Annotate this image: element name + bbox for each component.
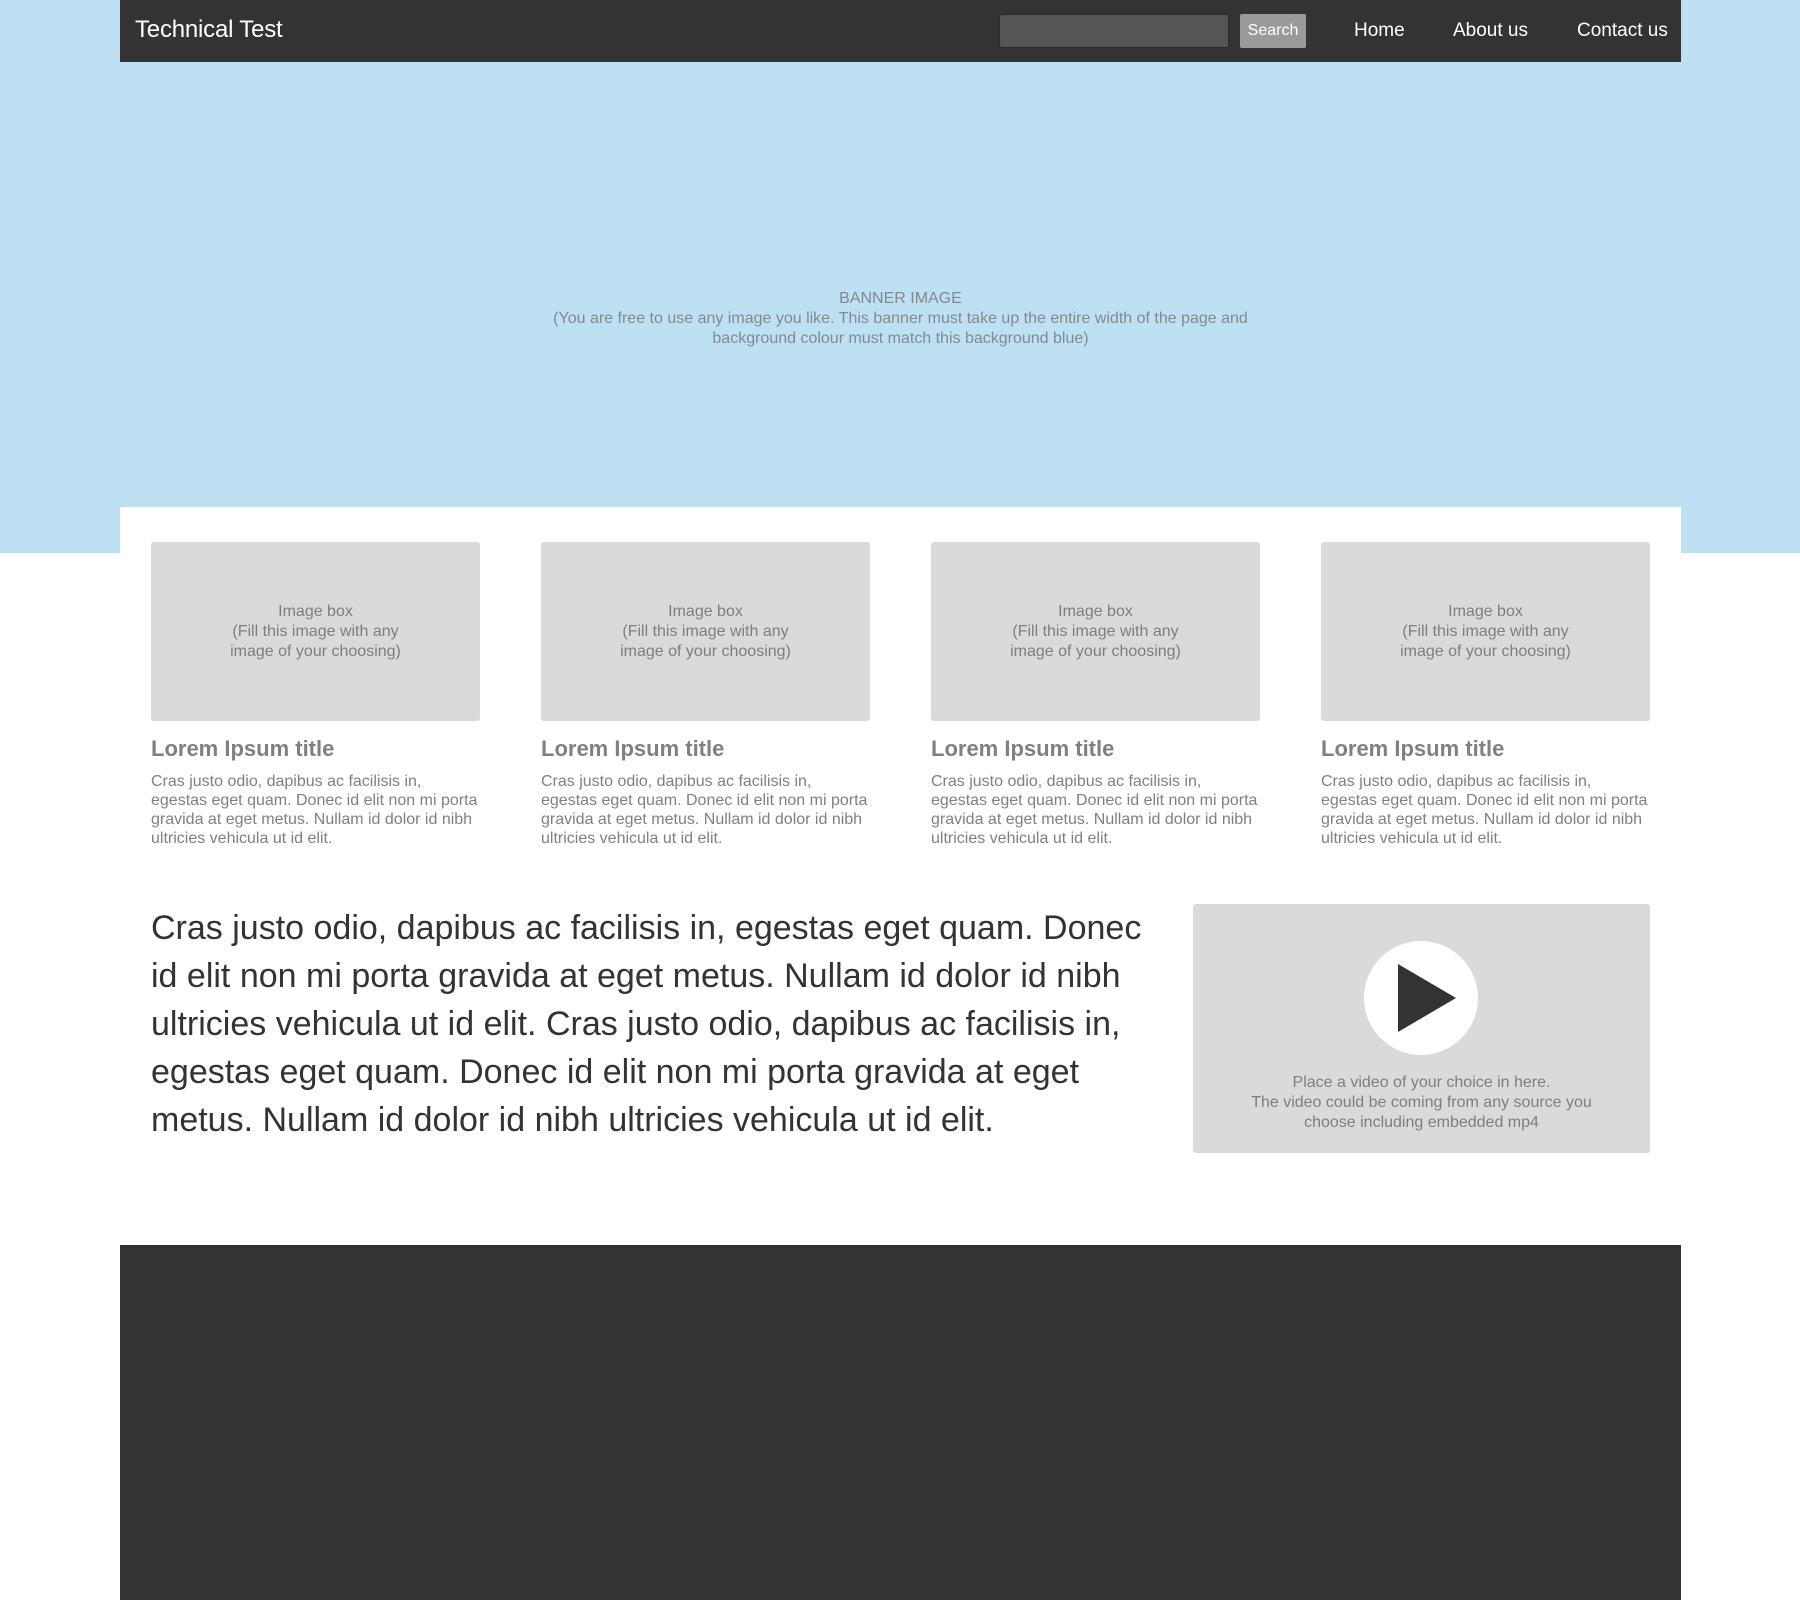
feature-card: Image box (Fill this image with any imag…	[1321, 542, 1650, 848]
card-title: Lorem Ipsum title	[541, 736, 725, 761]
site-footer	[120, 1245, 1681, 1600]
banner-description: (You are free to use any image you like.…	[553, 310, 1248, 347]
card-body: Cras justo odio, dapibus ac facilisis in…	[1321, 773, 1648, 847]
card-title: Lorem Ipsum title	[151, 736, 335, 761]
card-body: Cras justo odio, dapibus ac facilisis in…	[541, 773, 868, 847]
play-button[interactable]	[1364, 941, 1478, 1055]
banner-image-placeholder: BANNER IMAGE (You are free to use any im…	[120, 62, 1681, 507]
nav-link-home[interactable]: Home	[1354, 20, 1405, 42]
nav-link-about-us[interactable]: About us	[1453, 20, 1528, 42]
page-container: Technical Test Search Home About us Cont…	[120, 0, 1681, 1600]
search-input[interactable]	[999, 14, 1229, 48]
site-title[interactable]: Technical Test	[135, 16, 283, 44]
card-image-note: (Fill this image with any image of your …	[1400, 622, 1571, 660]
banner-caption: BANNER IMAGE (You are free to use any im…	[120, 289, 1681, 349]
feature-card: Image box (Fill this image with any imag…	[151, 542, 480, 848]
play-icon	[1398, 964, 1456, 1032]
card-image-label: Image box	[1448, 602, 1523, 620]
video-caption-line1: Place a video of your choice in here.	[1292, 1074, 1551, 1091]
card-image-note: (Fill this image with any image of your …	[230, 622, 401, 660]
card-title: Lorem Ipsum title	[1321, 736, 1505, 761]
card-image-note: (Fill this image with any image of your …	[1010, 622, 1181, 660]
feature-card: Image box (Fill this image with any imag…	[931, 542, 1260, 848]
nav-link-contact-us[interactable]: Contact us	[1577, 20, 1668, 42]
card-image-placeholder: Image box (Fill this image with any imag…	[931, 542, 1260, 721]
feature-card: Image box (Fill this image with any imag…	[541, 542, 870, 848]
banner-heading: BANNER IMAGE	[839, 290, 962, 307]
video-caption: Place a video of your choice in here. Th…	[1193, 1073, 1650, 1133]
card-image-placeholder: Image box (Fill this image with any imag…	[151, 542, 480, 721]
card-image-label: Image box	[668, 602, 743, 620]
search-button[interactable]: Search	[1240, 14, 1306, 48]
card-body: Cras justo odio, dapibus ac facilisis in…	[151, 773, 478, 847]
video-placeholder[interactable]: Place a video of your choice in here. Th…	[1193, 904, 1650, 1153]
card-image-label: Image box	[278, 602, 353, 620]
card-title: Lorem Ipsum title	[931, 736, 1115, 761]
site-header: Technical Test Search Home About us Cont…	[120, 0, 1681, 62]
video-caption-line2: The video could be coming from any sourc…	[1251, 1094, 1592, 1131]
card-image-placeholder: Image box (Fill this image with any imag…	[1321, 542, 1650, 721]
card-image-placeholder: Image box (Fill this image with any imag…	[541, 542, 870, 721]
main-content: Image box (Fill this image with any imag…	[120, 507, 1681, 1245]
card-body: Cras justo odio, dapibus ac facilisis in…	[931, 773, 1258, 847]
card-image-note: (Fill this image with any image of your …	[620, 622, 791, 660]
intro-paragraph: Cras justo odio, dapibus ac facilisis in…	[151, 909, 1142, 1139]
card-image-label: Image box	[1058, 602, 1133, 620]
